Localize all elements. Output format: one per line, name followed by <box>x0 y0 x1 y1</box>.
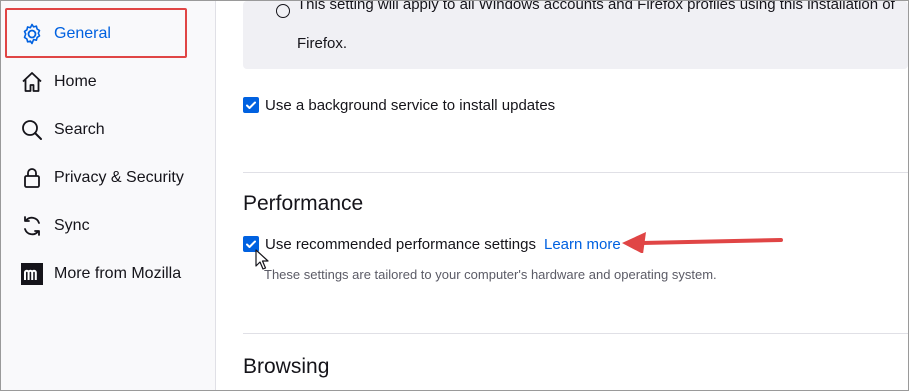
sidebar-item-label: Privacy & Security <box>54 169 184 186</box>
sidebar-item-general[interactable]: General <box>15 14 111 54</box>
mouse-cursor-icon <box>255 249 269 270</box>
browsing-heading: Browsing <box>243 355 330 378</box>
notice-text-continued: Firefox. <box>297 35 348 52</box>
performance-heading: Performance <box>243 192 364 215</box>
sidebar-item-label: Search <box>54 121 105 138</box>
checkmark-icon <box>246 101 256 109</box>
sidebar-item-home[interactable]: Home <box>15 62 97 102</box>
main-content: This setting will apply to all Windows a… <box>216 1 908 390</box>
lock-icon <box>19 165 45 191</box>
annotation-arrow <box>622 232 783 253</box>
sidebar-item-label: Home <box>54 73 97 90</box>
sidebar-item-search[interactable]: Search <box>15 110 105 150</box>
sidebar-item-sync[interactable]: Sync <box>15 206 90 246</box>
updates-notice: This setting will apply to all Windows a… <box>243 1 908 69</box>
background-service-checkbox[interactable] <box>243 97 259 113</box>
mozilla-logo-icon <box>19 261 45 287</box>
preferences-window: General Home Search Privacy & Security S <box>0 0 909 391</box>
background-service-label[interactable]: Use a background service to install upda… <box>265 97 555 114</box>
gear-icon <box>19 21 45 47</box>
notice-text: This setting will apply to all Windows a… <box>297 0 895 13</box>
sidebar-item-more-from-mozilla[interactable]: More from Mozilla <box>15 254 181 294</box>
sync-icon <box>19 213 45 239</box>
learn-more-link[interactable]: Learn more <box>544 236 621 253</box>
info-icon <box>276 4 290 18</box>
search-icon <box>19 117 45 143</box>
sidebar-item-label: More from Mozilla <box>54 265 182 282</box>
recommended-performance-label[interactable]: Use recommended performance settings <box>265 236 536 253</box>
sidebar-item-label: General <box>54 25 111 42</box>
sidebar: General Home Search Privacy & Security S <box>1 1 216 390</box>
sidebar-item-privacy-security[interactable]: Privacy & Security <box>15 158 184 198</box>
performance-hint: These settings are tailored to your comp… <box>264 267 717 282</box>
section-divider <box>243 333 908 334</box>
home-icon <box>19 69 45 95</box>
section-divider <box>243 172 908 173</box>
sidebar-item-label: Sync <box>54 217 90 234</box>
